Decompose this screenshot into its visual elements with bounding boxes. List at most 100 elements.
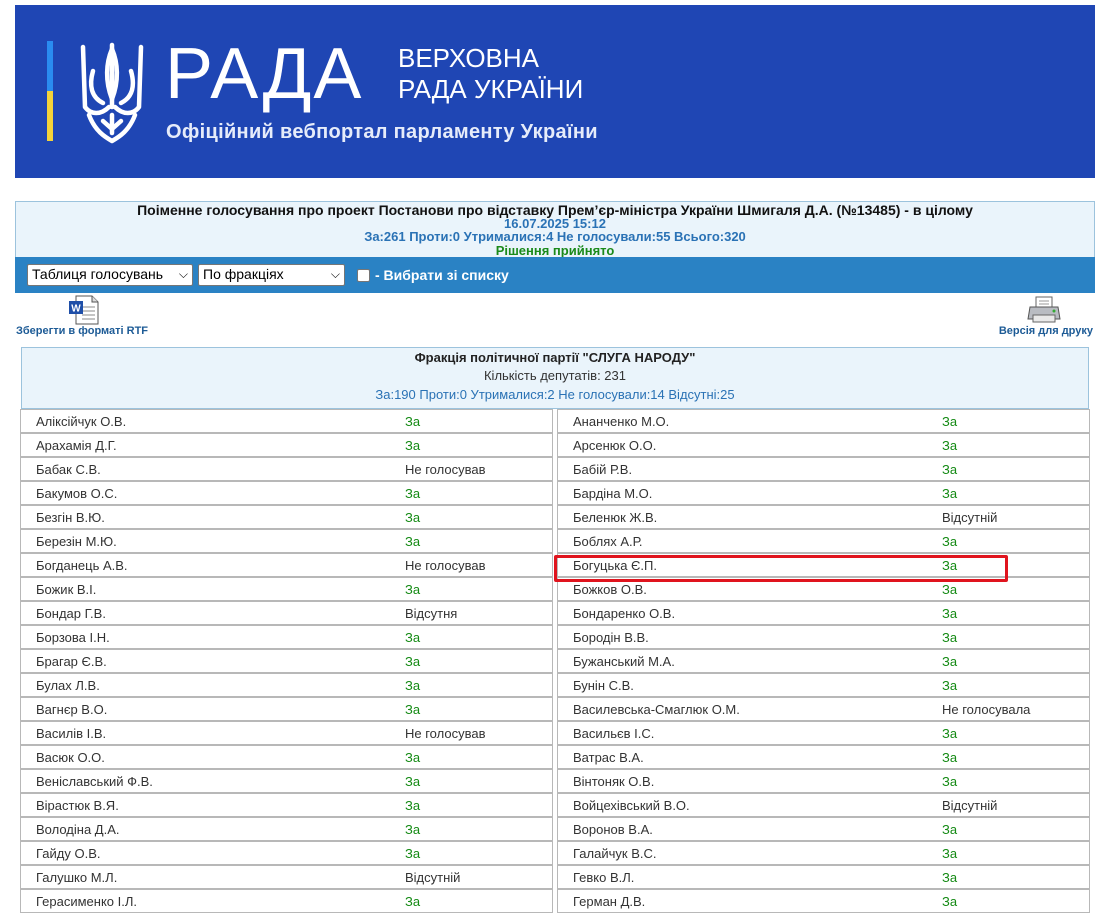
site-header: РАДА ВЕРХОВНА РАДА УКРАЇНИ Офіційний веб…	[15, 5, 1095, 178]
deputy-row: Ватрас В.А. За	[557, 745, 1090, 770]
deputy-name: Беленюк Ж.В.	[573, 510, 658, 525]
deputy-vote: Не голосував	[405, 462, 486, 477]
deputy-vote: За	[942, 894, 958, 909]
deputy-row: Бондар Г.В. Відсутня	[20, 601, 553, 626]
deputy-vote: За	[942, 582, 958, 597]
deputy-vote: Відсутній	[405, 870, 461, 885]
deputy-vote: За	[942, 726, 958, 741]
deputy-row: Бабак С.В. Не голосував	[20, 457, 553, 482]
deputy-row: Березін М.Ю. За	[20, 529, 553, 554]
faction-deputy-count: Кількість депутатів: 231	[483, 368, 626, 383]
deputy-vote: За	[942, 558, 958, 573]
deputy-vote: За	[405, 678, 421, 693]
deputy-vote: За	[405, 702, 421, 717]
deputy-name: Василів І.В.	[36, 726, 107, 741]
print-version-label[interactable]: Версія для друку	[999, 325, 1093, 337]
deputy-vote: За	[942, 846, 958, 861]
vote-result: Рішення прийнято	[495, 243, 615, 258]
deputy-row: Вагнєр В.О. За	[20, 697, 553, 722]
deputy-row: Борзова І.Н. За	[20, 625, 553, 650]
deputy-row: Васюк О.О. За	[20, 745, 553, 770]
deputy-row: Аліксійчук О.В. За	[20, 409, 553, 434]
deputy-name: Василевська-Смаглюк О.М.	[573, 702, 740, 717]
deputy-row: Бондаренко О.В. За	[557, 601, 1090, 626]
deputy-row: Божков О.В. За	[557, 577, 1090, 602]
deputy-vote: За	[405, 822, 421, 837]
deputy-name: Арсенюк О.О.	[573, 438, 657, 453]
deputy-name: Березін М.Ю.	[36, 534, 117, 549]
deputy-name: Брагар Є.В.	[36, 654, 107, 669]
deputy-name: Булах Л.В.	[36, 678, 100, 693]
deputy-row: Ананченко М.О. За	[557, 409, 1090, 434]
deputy-vote: За	[942, 822, 958, 837]
deputy-vote: За	[405, 894, 421, 909]
deputy-name: Бужанський М.А.	[573, 654, 675, 669]
deputy-row: Герасименко І.Л. За	[20, 889, 553, 914]
deputy-name: Борзова І.Н.	[36, 630, 110, 645]
chevron-down-icon: ⌵	[330, 267, 340, 281]
deputy-vote: За	[942, 438, 958, 453]
deputy-row: Василів І.В. Не голосував	[20, 721, 553, 746]
deputy-vote: За	[405, 846, 421, 861]
vote-title: Поіменне голосування про проект Постанов…	[137, 202, 973, 218]
printer-icon[interactable]	[1027, 295, 1061, 325]
deputy-name: Гайду О.В.	[36, 846, 101, 861]
deputy-vote: За	[942, 654, 958, 669]
deputy-name: Бондар Г.В.	[36, 606, 106, 621]
brand-subtitle-line2: РАДА УКРАЇНИ	[398, 74, 584, 104]
deputy-name: Галушко М.Л.	[36, 870, 118, 885]
deputy-row: Володіна Д.А. За	[20, 817, 553, 842]
deputy-name: Божков О.В.	[573, 582, 647, 597]
deputy-name: Ватрас В.А.	[573, 750, 644, 765]
deputy-row: Гевко В.Л. За	[557, 865, 1090, 890]
group-select[interactable]: По фракціях ⌵	[198, 264, 345, 286]
deputy-name: Бабій Р.В.	[573, 462, 633, 477]
faction-header: Фракція політичної партії "СЛУГА НАРОДУ"…	[21, 347, 1089, 409]
deputy-name: Бардіна М.О.	[573, 486, 653, 501]
deputy-vote: Не голосував	[405, 726, 486, 741]
deputy-row: Бардіна М.О. За	[557, 481, 1090, 506]
deputy-name: Бородін В.В.	[573, 630, 649, 645]
deputy-name: Арахамія Д.Г.	[36, 438, 117, 453]
select-from-list[interactable]: - Вибрати зі списку	[357, 265, 509, 285]
deputy-name: Гевко В.Л.	[573, 870, 635, 885]
print-version-link[interactable]: Версія для друку	[995, 295, 1095, 343]
deputy-vote: Відсутній	[942, 510, 998, 525]
deputy-row: Арахамія Д.Г. За	[20, 433, 553, 458]
svg-text:W: W	[71, 304, 81, 315]
brand-subtitle: ВЕРХОВНА РАДА УКРАЇНИ	[398, 43, 583, 105]
deputy-row: Бакумов О.С. За	[20, 481, 553, 506]
deputy-vote: За	[405, 414, 421, 429]
deputy-row: Васильєв І.С. За	[557, 721, 1090, 746]
select-from-list-checkbox[interactable]	[357, 268, 370, 282]
deputy-row: Василевська-Смаглюк О.М. Не голосувала	[557, 697, 1090, 722]
deputy-vote: За	[942, 750, 958, 765]
select-from-list-label[interactable]: - Вибрати зі списку	[375, 267, 509, 283]
trident-icon[interactable]	[79, 41, 145, 145]
vote-counts: За:261 Проти:0 Утрималися:4 Не голосувал…	[364, 229, 746, 244]
deputy-row: Брагар Є.В. За	[20, 649, 553, 674]
brand-title[interactable]: РАДА	[165, 29, 363, 119]
site-tagline: Офіційний вебпортал парламенту України	[166, 121, 598, 143]
deputy-vote: За	[942, 486, 958, 501]
deputy-name: Вірастюк В.Я.	[36, 798, 119, 813]
word-document-icon[interactable]: W	[68, 295, 100, 325]
save-rtf-label[interactable]: Зберегти в форматі RTF	[16, 325, 148, 337]
deputy-name: Воронов В.А.	[573, 822, 653, 837]
deputy-row: Бужанський М.А. За	[557, 649, 1090, 674]
deputy-name: Бабак С.В.	[36, 462, 101, 477]
deputy-vote: За	[405, 582, 421, 597]
deputies-left-column: Аліксійчук О.В. За Арахамія Д.Г. За Бабак С.…	[20, 409, 553, 914]
deputy-row: Гайду О.В. За	[20, 841, 553, 866]
view-select[interactable]: Таблиця голосувань ⌵	[27, 264, 193, 286]
deputy-vote: За	[405, 438, 421, 453]
deputy-vote: За	[405, 654, 421, 669]
deputy-row: Галайчук В.С. За	[557, 841, 1090, 866]
deputy-vote: За	[405, 510, 421, 525]
brand-subtitle-line1: ВЕРХОВНА	[398, 43, 540, 73]
deputy-row: Герман Д.В. За	[557, 889, 1090, 914]
save-rtf-link[interactable]: W Зберегти в форматі RTF	[16, 295, 156, 343]
deputy-vote: За	[942, 870, 958, 885]
deputy-name: Боблях А.Р.	[573, 534, 643, 549]
deputy-name: Бунін С.В.	[573, 678, 634, 693]
